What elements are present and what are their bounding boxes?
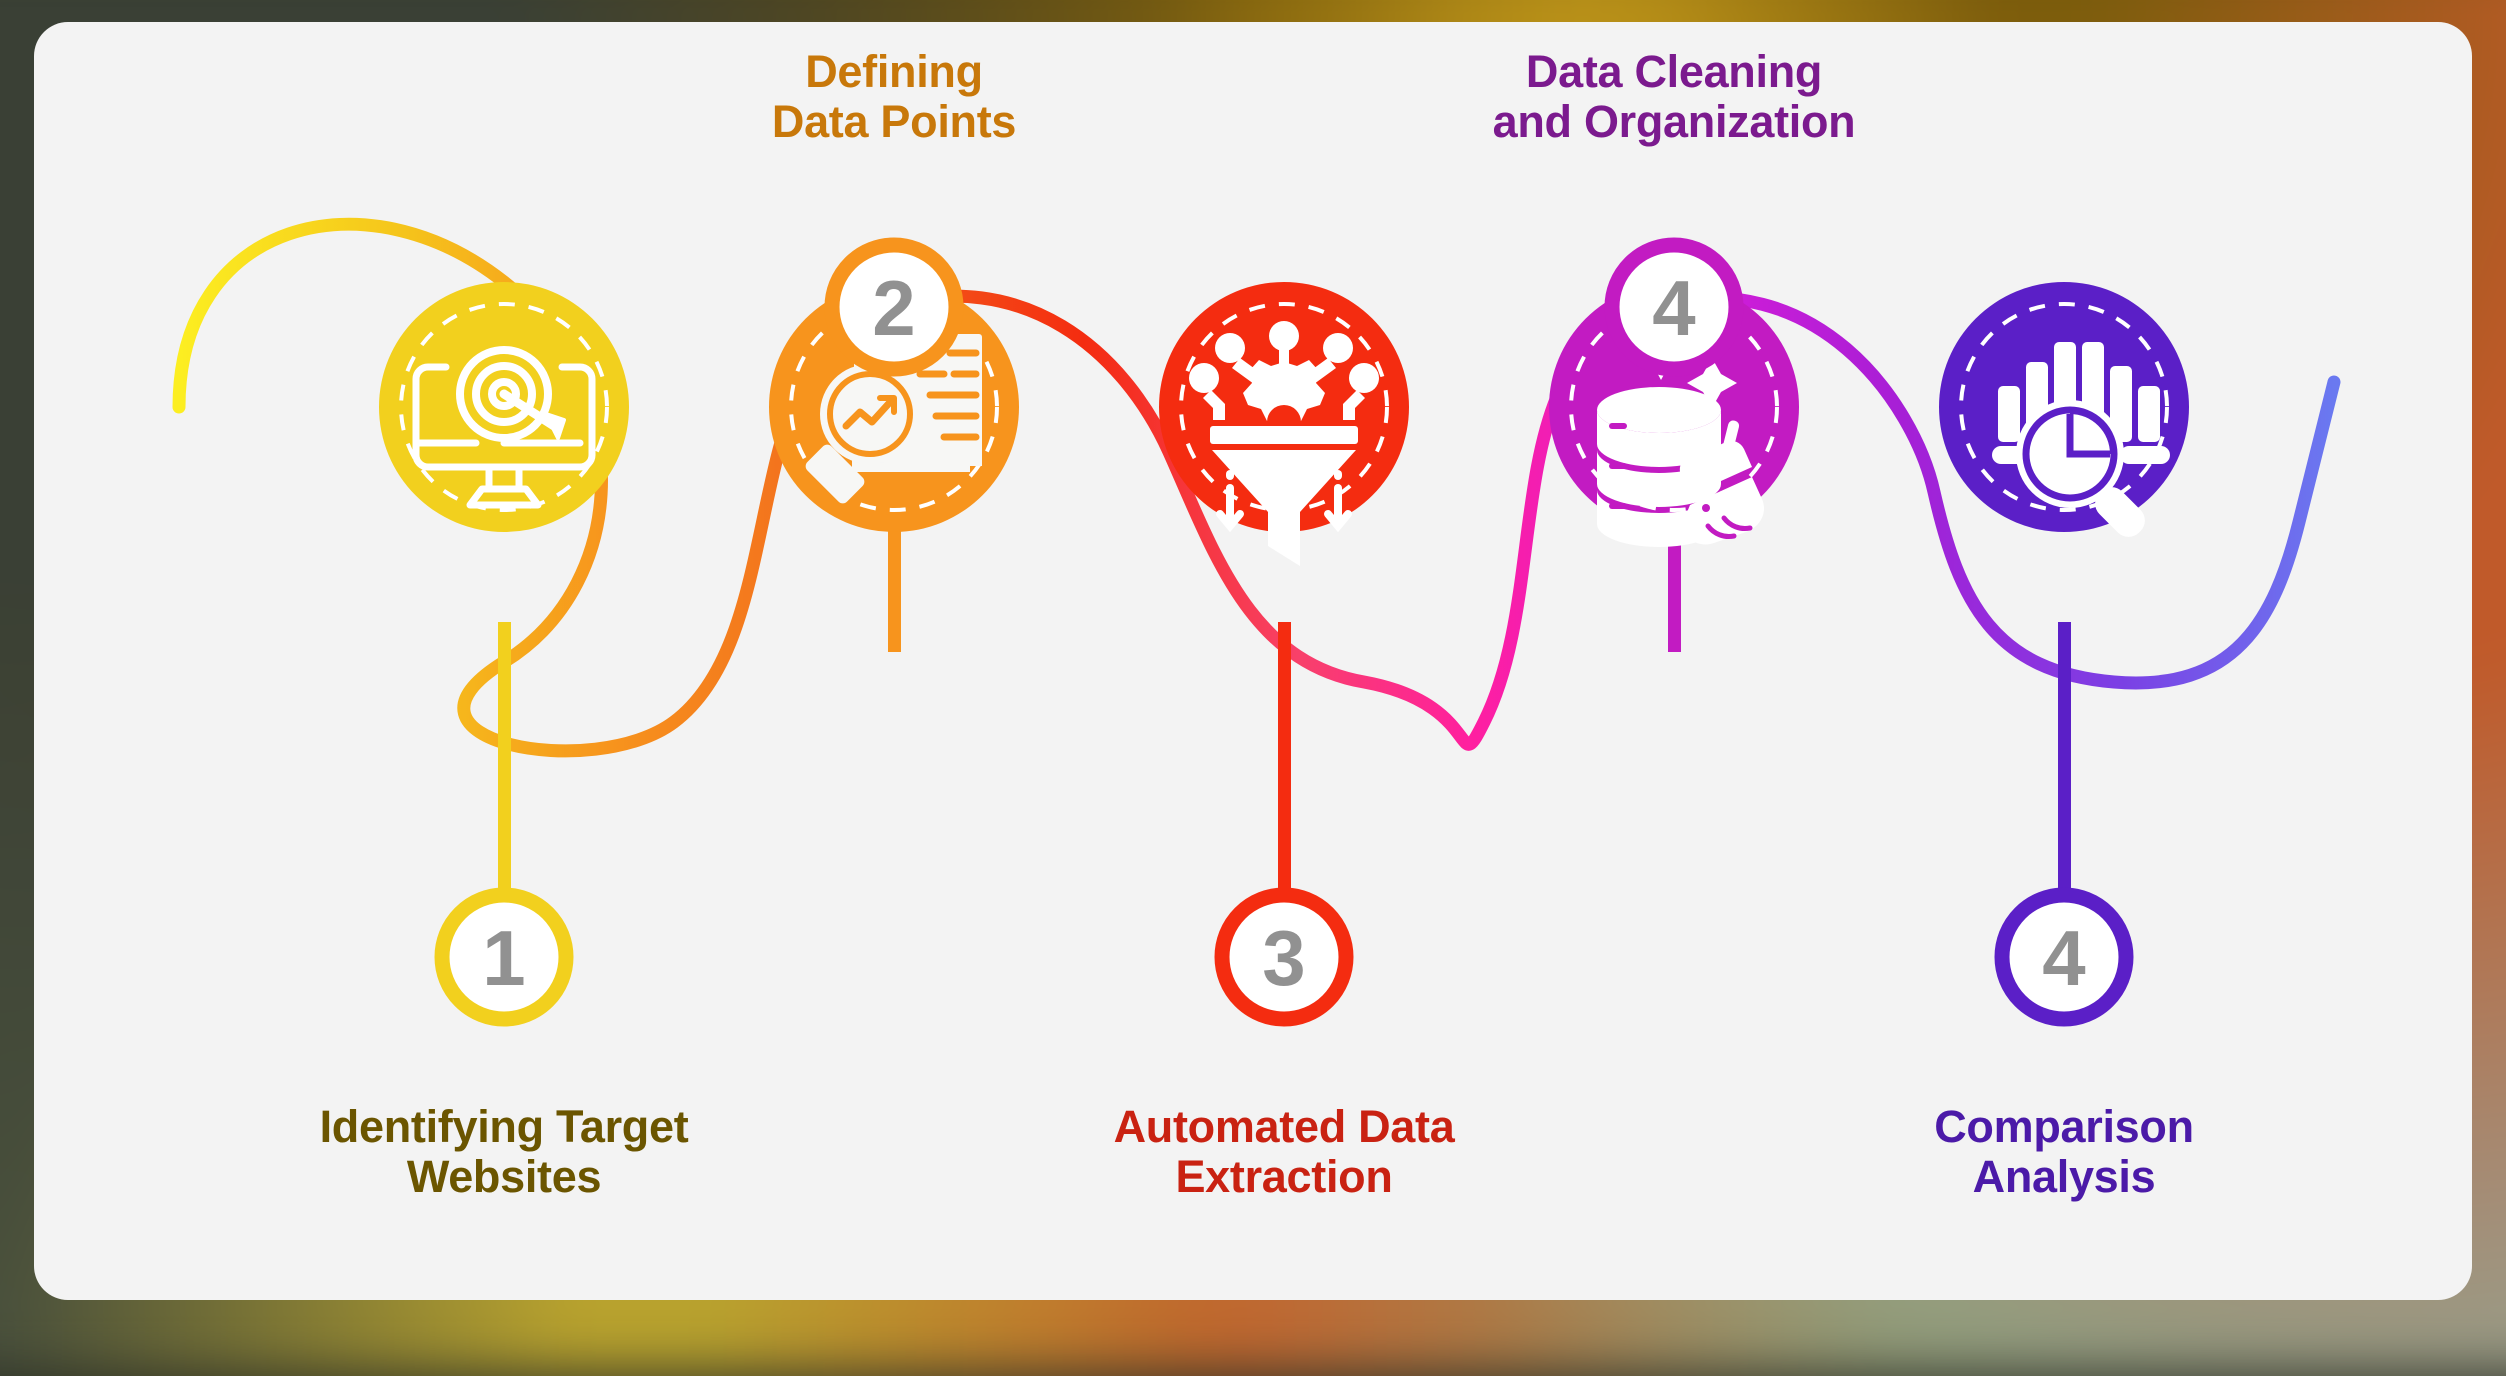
number-badge-5-text: 4 xyxy=(2042,914,2085,1002)
step-5-label: Comparison Analysis xyxy=(1934,1101,2194,1203)
number-badge-1[interactable]: 1 xyxy=(434,887,574,1027)
number-badge-1-text: 1 xyxy=(482,914,525,1002)
infographic-card: 1 2 3 4 4 Defining Data Points Data Clea… xyxy=(34,22,2472,1300)
step-4-label: Data Cleaning and Organization xyxy=(1492,46,1856,148)
number-badge-4-text: 4 xyxy=(1652,264,1695,352)
diagram-stage: 1 2 3 4 4 Defining Data Points Data Clea… xyxy=(34,22,2472,1300)
step-2-label: Defining Data Points xyxy=(771,46,1017,148)
step-1-label: Identifying Target Websites xyxy=(319,1101,689,1203)
number-badge-2[interactable]: 2 xyxy=(824,237,964,377)
number-badge-5[interactable]: 4 xyxy=(1994,887,2134,1027)
number-badge-3-text: 3 xyxy=(1262,914,1305,1002)
number-badge-3[interactable]: 3 xyxy=(1214,887,1354,1027)
step-3-label: Automated Data Extraction xyxy=(1113,1101,1455,1203)
number-badge-2-text: 2 xyxy=(872,264,915,352)
number-badge-4[interactable]: 4 xyxy=(1604,237,1744,377)
